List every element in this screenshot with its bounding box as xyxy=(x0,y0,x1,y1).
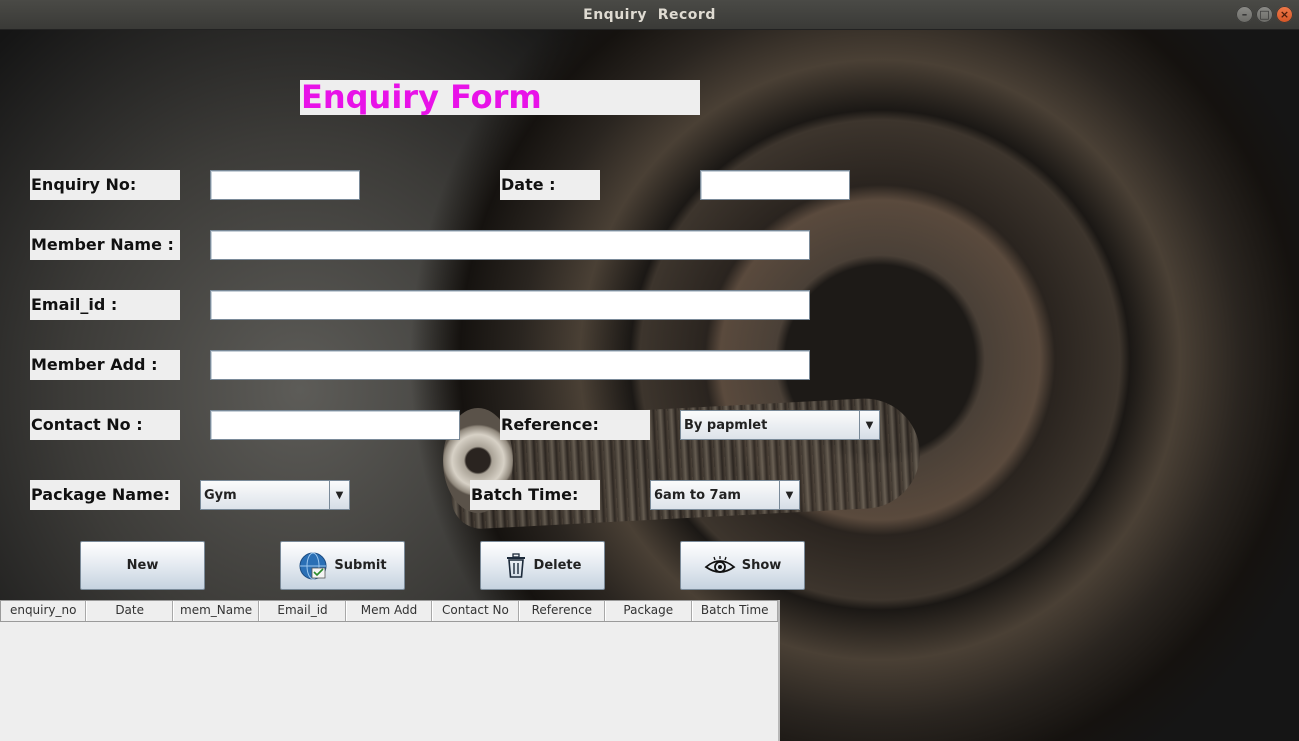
column-header-reference[interactable]: Reference xyxy=(518,601,606,621)
date-field[interactable] xyxy=(700,170,850,200)
enquiry-form-panel: Enquiry Form Enquiry No: Date : Member N… xyxy=(0,30,1299,741)
minimize-icon[interactable]: – xyxy=(1236,6,1253,23)
delete-button-label: Delete xyxy=(533,558,582,573)
member-add-field[interactable] xyxy=(210,350,810,380)
reference-selected-value: By papmlet xyxy=(684,417,768,433)
form-heading: Enquiry Form xyxy=(300,80,700,115)
column-header-mem-name[interactable]: mem_Name xyxy=(172,601,260,621)
maximize-icon[interactable]: □ xyxy=(1256,6,1273,23)
submit-button[interactable]: Submit xyxy=(280,541,405,590)
chevron-down-icon[interactable]: ▼ xyxy=(329,481,349,509)
window-controls: – □ × xyxy=(1236,6,1293,23)
email-label: Email_id : xyxy=(30,290,180,320)
column-header-email-id[interactable]: Email_id xyxy=(259,601,346,621)
member-name-label: Member Name : xyxy=(30,230,180,260)
batch-time-dropdown[interactable]: 6am to 7am ▼ xyxy=(650,480,800,510)
member-name-field[interactable] xyxy=(210,230,810,260)
date-label: Date : xyxy=(500,170,600,200)
eye-icon xyxy=(704,555,736,577)
batch-time-selected-value: 6am to 7am xyxy=(654,487,741,503)
column-header-date[interactable]: Date xyxy=(86,601,173,621)
submit-button-label: Submit xyxy=(334,558,387,573)
column-header-package[interactable]: Package xyxy=(605,601,692,621)
member-add-label: Member Add : xyxy=(30,350,180,380)
chevron-down-icon[interactable]: ▼ xyxy=(779,481,799,509)
reference-dropdown[interactable]: By papmlet ▼ xyxy=(680,410,880,440)
new-button[interactable]: New xyxy=(80,541,205,590)
batch-time-label: Batch Time: xyxy=(470,480,600,510)
close-icon[interactable]: × xyxy=(1276,6,1293,23)
chevron-down-icon[interactable]: ▼ xyxy=(859,411,879,439)
table-body[interactable] xyxy=(0,622,778,741)
enquiry-no-label: Enquiry No: xyxy=(30,170,180,200)
window-titlebar[interactable]: Enquiry Record – □ × xyxy=(0,0,1299,30)
package-dropdown[interactable]: Gym ▼ xyxy=(200,480,350,510)
package-name-label: Package Name: xyxy=(30,480,180,510)
enquiry-table[interactable]: enquiry_no Date mem_Name Email_id Mem Ad… xyxy=(0,600,780,741)
email-field[interactable] xyxy=(210,290,810,320)
show-button[interactable]: Show xyxy=(680,541,805,590)
column-header-contact-no[interactable]: Contact No xyxy=(432,601,519,621)
new-button-label: New xyxy=(126,558,159,573)
table-header: enquiry_no Date mem_Name Email_id Mem Ad… xyxy=(0,600,778,622)
enquiry-no-field[interactable] xyxy=(210,170,360,200)
contact-no-label: Contact No : xyxy=(30,410,180,440)
window-title: Enquiry Record xyxy=(583,6,716,23)
reference-label: Reference: xyxy=(500,410,650,440)
submit-globe-icon xyxy=(298,551,328,581)
column-header-batch-time[interactable]: Batch Time xyxy=(691,601,778,621)
contact-no-field[interactable] xyxy=(210,410,460,440)
column-header-mem-add[interactable]: Mem Add xyxy=(345,601,433,621)
show-button-label: Show xyxy=(741,558,782,573)
package-selected-value: Gym xyxy=(204,487,237,503)
delete-button[interactable]: Delete xyxy=(480,541,605,590)
trash-icon xyxy=(504,552,528,579)
column-header-enquiry-no[interactable]: enquiry_no xyxy=(0,601,87,621)
